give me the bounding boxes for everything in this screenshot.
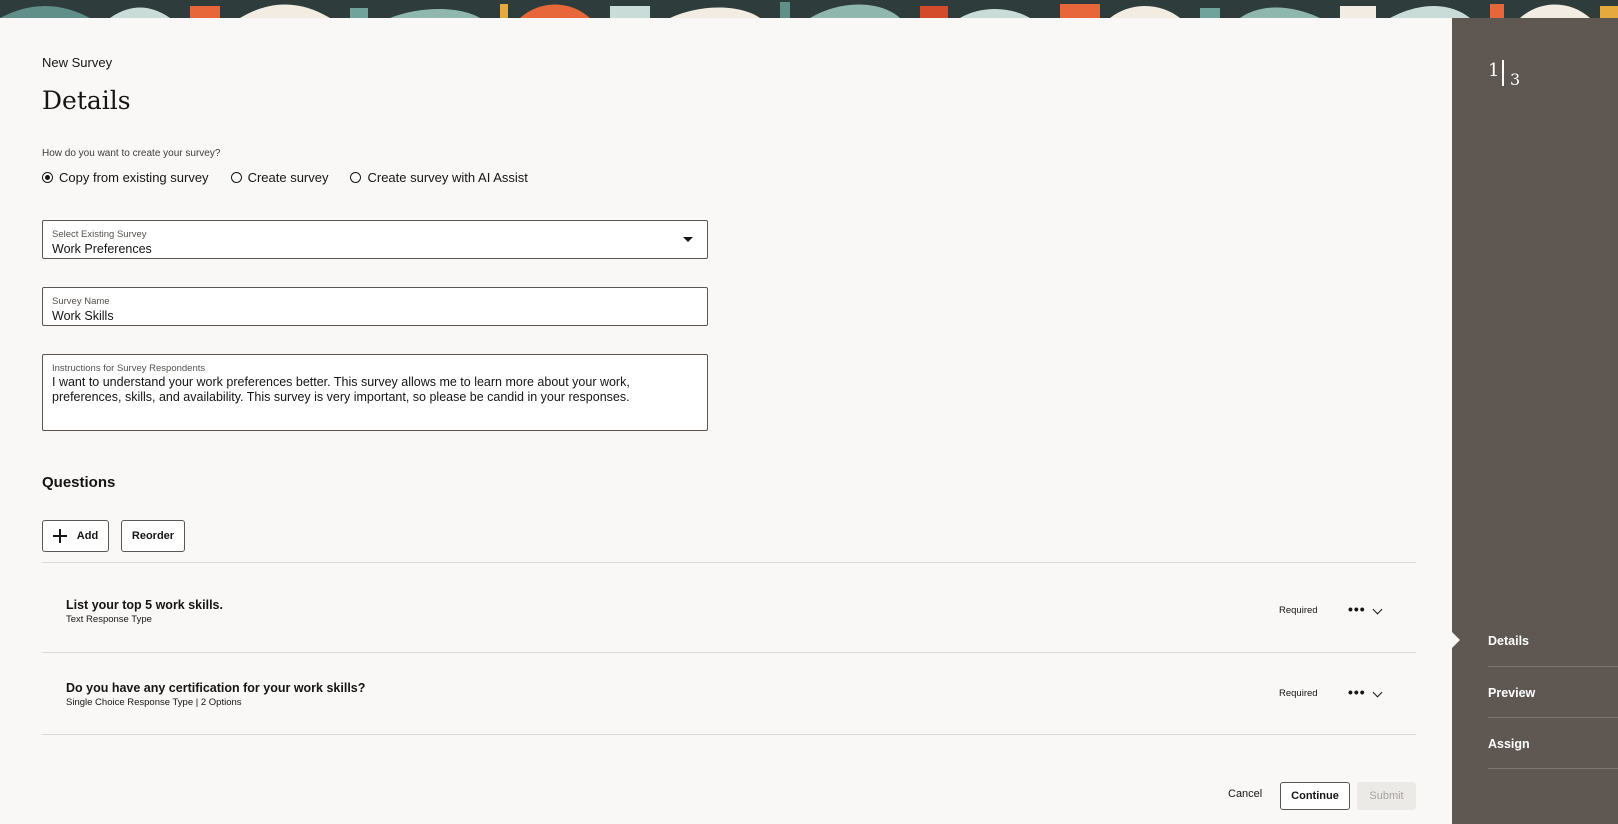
field-value: I want to understand your work preferenc…: [52, 375, 630, 404]
continue-button[interactable]: Continue: [1280, 782, 1350, 810]
creation-method-label: How do you want to create your survey?: [42, 148, 221, 159]
radio-label: Copy from existing survey: [59, 170, 209, 185]
field-value: Work Preferences: [52, 242, 152, 256]
question-title: Do you have any certification for your w…: [66, 681, 366, 695]
question-subtitle: Text Response Type: [66, 614, 152, 625]
train-panel: [1452, 18, 1618, 824]
radio-unselected-icon: [230, 172, 242, 183]
divider: [1488, 717, 1618, 718]
button-label: Continue: [1291, 790, 1339, 802]
train-step-assign[interactable]: Assign: [1488, 737, 1530, 751]
field-label: Survey Name: [52, 296, 110, 307]
radio-create-ai-assist[interactable]: Create survey with AI Assist: [350, 170, 528, 185]
radio-copy-existing[interactable]: Copy from existing survey: [42, 170, 209, 185]
decorative-banner: [0, 0, 1618, 18]
current-step-number: 1: [1488, 60, 1500, 81]
existing-survey-select[interactable]: Select Existing Survey Work Preferences: [42, 220, 708, 259]
question-title: List your top 5 work skills.: [66, 598, 223, 612]
train-step-details[interactable]: Details: [1488, 634, 1529, 648]
divider: [1488, 768, 1618, 769]
questions-heading: Questions: [42, 474, 116, 491]
radio-selected-icon: [42, 172, 53, 183]
caret-down-icon[interactable]: [683, 237, 693, 242]
creation-method-radio-group: Copy from existing survey Create survey …: [42, 170, 528, 185]
radio-create-survey[interactable]: Create survey: [230, 170, 329, 185]
radio-label: Create survey: [247, 170, 329, 185]
field-label: Instructions for Survey Respondents: [52, 363, 206, 374]
instructions-textarea[interactable]: Instructions for Survey Respondents I wa…: [42, 354, 708, 431]
step-divider: [1502, 60, 1504, 86]
page-title: Details: [42, 86, 131, 115]
submit-button[interactable]: Submit: [1357, 782, 1416, 810]
cancel-button[interactable]: Cancel: [1228, 788, 1262, 800]
more-horizontal-icon[interactable]: •••: [1348, 684, 1366, 700]
question-subtitle: Single Choice Response Type | 2 Options: [66, 697, 242, 708]
field-value: Work Skills: [52, 309, 114, 323]
reorder-button[interactable]: Reorder: [121, 520, 185, 552]
field-label: Select Existing Survey: [52, 229, 147, 240]
divider: [1488, 666, 1618, 667]
total-steps: 3: [1510, 70, 1521, 89]
divider: [42, 652, 1416, 653]
radio-label: Create survey with AI Assist: [367, 170, 528, 185]
survey-name-field[interactable]: Survey Name Work Skills: [42, 287, 708, 326]
more-horizontal-icon[interactable]: •••: [1348, 601, 1366, 617]
button-label: Reorder: [131, 530, 175, 542]
plus-icon: [52, 529, 67, 543]
page-pre-title: New Survey: [42, 55, 113, 70]
add-question-button[interactable]: Add: [42, 520, 109, 552]
required-badge: Required: [1279, 688, 1318, 699]
divider: [42, 562, 1416, 563]
train-step-preview[interactable]: Preview: [1488, 686, 1535, 700]
radio-unselected-icon: [350, 172, 362, 183]
button-label: Add: [76, 530, 99, 542]
button-label: Submit: [1369, 790, 1404, 802]
step-pointer-icon: [1452, 632, 1460, 648]
divider: [42, 734, 1416, 735]
required-badge: Required: [1279, 605, 1318, 616]
